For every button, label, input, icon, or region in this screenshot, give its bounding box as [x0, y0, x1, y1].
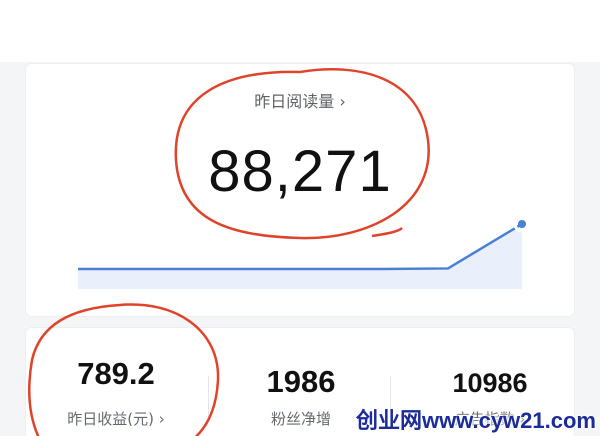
top-bar [0, 0, 600, 62]
stat-value: 10986 [452, 368, 528, 398]
reads-value: 88,271 [208, 139, 392, 204]
trend-area [78, 224, 522, 289]
stat-value: 789.2 [77, 356, 155, 391]
stat-value: 1986 [266, 364, 336, 399]
trend-last-point [518, 220, 526, 228]
trend-line [78, 222, 523, 271]
reads-label[interactable]: 昨日阅读量 › [26, 88, 574, 112]
stat-divider [208, 376, 209, 416]
stat-earnings[interactable]: 789.2 昨日收益(元) › [26, 328, 206, 436]
reads-card[interactable]: 昨日阅读量 › 88,271 [26, 64, 574, 316]
stat-label: 昨日收益(元) › [67, 410, 165, 428]
watermark: 创业网www.cyw21.com [355, 408, 596, 433]
